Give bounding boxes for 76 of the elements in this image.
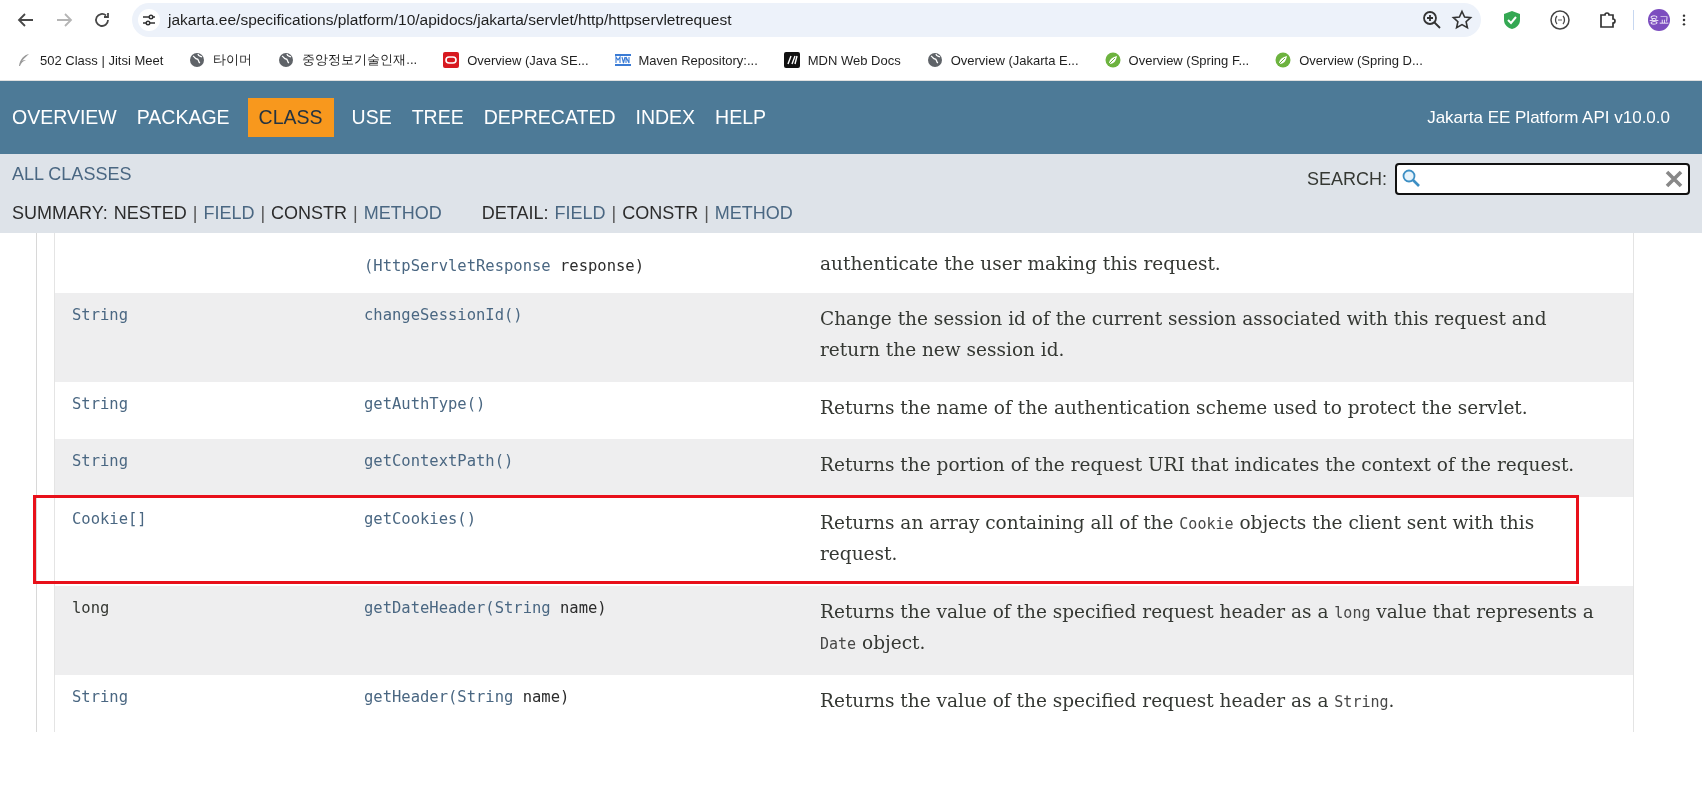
close-icon[interactable]	[1664, 169, 1684, 189]
search-label: SEARCH:	[1307, 168, 1387, 190]
maven-logo-icon	[614, 52, 631, 68]
method-signature[interactable]: changeSessionId()	[364, 306, 523, 324]
summary-label: SUMMARY:	[12, 203, 108, 224]
bookmark[interactable]: Overview (Spring D...	[1271, 50, 1427, 70]
method-signature[interactable]: getContextPath()	[364, 452, 514, 471]
globe-icon	[189, 52, 206, 68]
address-bar[interactable]: jakarta.ee/specifications/platform/10/apidocs/jakarta/servlet/http/httpservletrequest	[132, 3, 1481, 37]
leaf-icon	[1104, 52, 1121, 68]
return-type[interactable]: Cookie[]	[72, 509, 147, 528]
search-field[interactable]	[1395, 163, 1690, 195]
separator: |	[611, 203, 617, 224]
back-arrow-icon	[17, 11, 35, 29]
nav-text: NESTED	[113, 203, 187, 224]
separator: |	[192, 203, 198, 224]
nav-link[interactable]: METHOD	[363, 203, 442, 224]
bookmark[interactable]: 타이머	[185, 49, 257, 71]
zoom-icon[interactable]	[1421, 9, 1443, 31]
nav-link[interactable]: FIELD	[554, 203, 606, 224]
oracle-logo-icon	[443, 52, 460, 68]
globe-icon	[278, 52, 295, 68]
return-type[interactable]: String	[72, 452, 128, 471]
method-description: Change the session id of the current session associated with this request and return the new session id.	[820, 308, 1547, 361]
method-signature[interactable]: getDateHeader(String name)	[364, 598, 607, 617]
bookmark[interactable]: 502 Class | Jitsi Meet	[12, 50, 168, 70]
method-description: Returns the portion of the request URI that indicates the context of the request.	[820, 454, 1575, 476]
method-description: Returns the name of the authentication scheme used to protect the servlet.	[820, 396, 1528, 418]
mdn-logo-icon	[783, 52, 800, 68]
summary-label: DETAIL:	[481, 203, 549, 224]
nav-tab[interactable]: CLASS	[247, 98, 334, 137]
profile-avatar[interactable]: 용교	[1648, 9, 1670, 31]
shield-icon[interactable]	[1501, 9, 1523, 31]
extension-icon[interactable]	[1549, 9, 1571, 31]
bookmark[interactable]: Overview (Java SE...	[439, 50, 593, 70]
method-description: authenticate the user making this request.	[820, 252, 1221, 274]
api-title: Jakarta EE Platform API v10.0.0	[1427, 107, 1671, 128]
method-description: Returns the value of the specified request header as a String.	[820, 689, 1395, 711]
bookmark[interactable]: Overview (Spring F...	[1100, 50, 1254, 70]
star-icon[interactable]	[1451, 9, 1473, 31]
separator: |	[260, 203, 266, 224]
return-type[interactable]: String	[72, 394, 128, 413]
nav-link[interactable]: FIELD	[203, 203, 255, 224]
forward-arrow-icon	[55, 11, 73, 29]
bookmark[interactable]: MDN Web Docs	[779, 50, 905, 70]
puzzle-icon[interactable]	[1597, 9, 1619, 31]
bookmark[interactable]: Maven Repository:...	[610, 50, 762, 70]
site-settings-icon[interactable]	[138, 9, 160, 31]
nav-tab[interactable]: TREE	[403, 98, 472, 137]
method-signature[interactable]: getCookies()	[364, 509, 476, 528]
nav-tab[interactable]: OVERVIEW	[4, 98, 125, 137]
nav-tab[interactable]: USE	[343, 98, 400, 137]
return-type: long	[72, 598, 110, 617]
method-signature[interactable]: getAuthType()	[364, 394, 486, 413]
bookmark[interactable]: Overview (Jakarta E...	[922, 50, 1083, 70]
nav-text: CONSTR	[622, 203, 699, 224]
return-type[interactable]: String	[72, 687, 128, 706]
method-description: Returns an array containing all of the Cookie objects the client sent with this request.	[820, 511, 1535, 565]
nav-text: CONSTR	[271, 203, 348, 224]
reload-icon	[93, 11, 111, 29]
all-classes-link[interactable]: ALL CLASSES	[12, 163, 132, 185]
separator: |	[704, 203, 709, 224]
separator: |	[353, 203, 358, 224]
method-signature[interactable]: (HttpServletResponse response)	[364, 257, 644, 276]
globe-icon	[926, 52, 943, 68]
nav-tab[interactable]: DEPRECATED	[475, 98, 624, 137]
nav-tab[interactable]: INDEX	[627, 98, 704, 137]
nav-link[interactable]: METHOD	[714, 203, 793, 224]
url-text: jakarta.ee/specifications/platform/10/apidocs/jakarta/servlet/http/httpservletrequest	[168, 11, 733, 29]
bookmark[interactable]: 중앙정보기술인재...	[274, 49, 422, 71]
nav-tab[interactable]: PACKAGE	[128, 98, 238, 137]
nav-tab[interactable]: HELP	[707, 98, 775, 137]
method-signature[interactable]: getHeader(String name)	[364, 687, 570, 706]
return-type[interactable]: String	[72, 306, 128, 324]
method-description: Returns the value of the specified request header as a long value that represents a Date object.	[820, 600, 1594, 654]
leaf-icon	[1275, 52, 1292, 68]
